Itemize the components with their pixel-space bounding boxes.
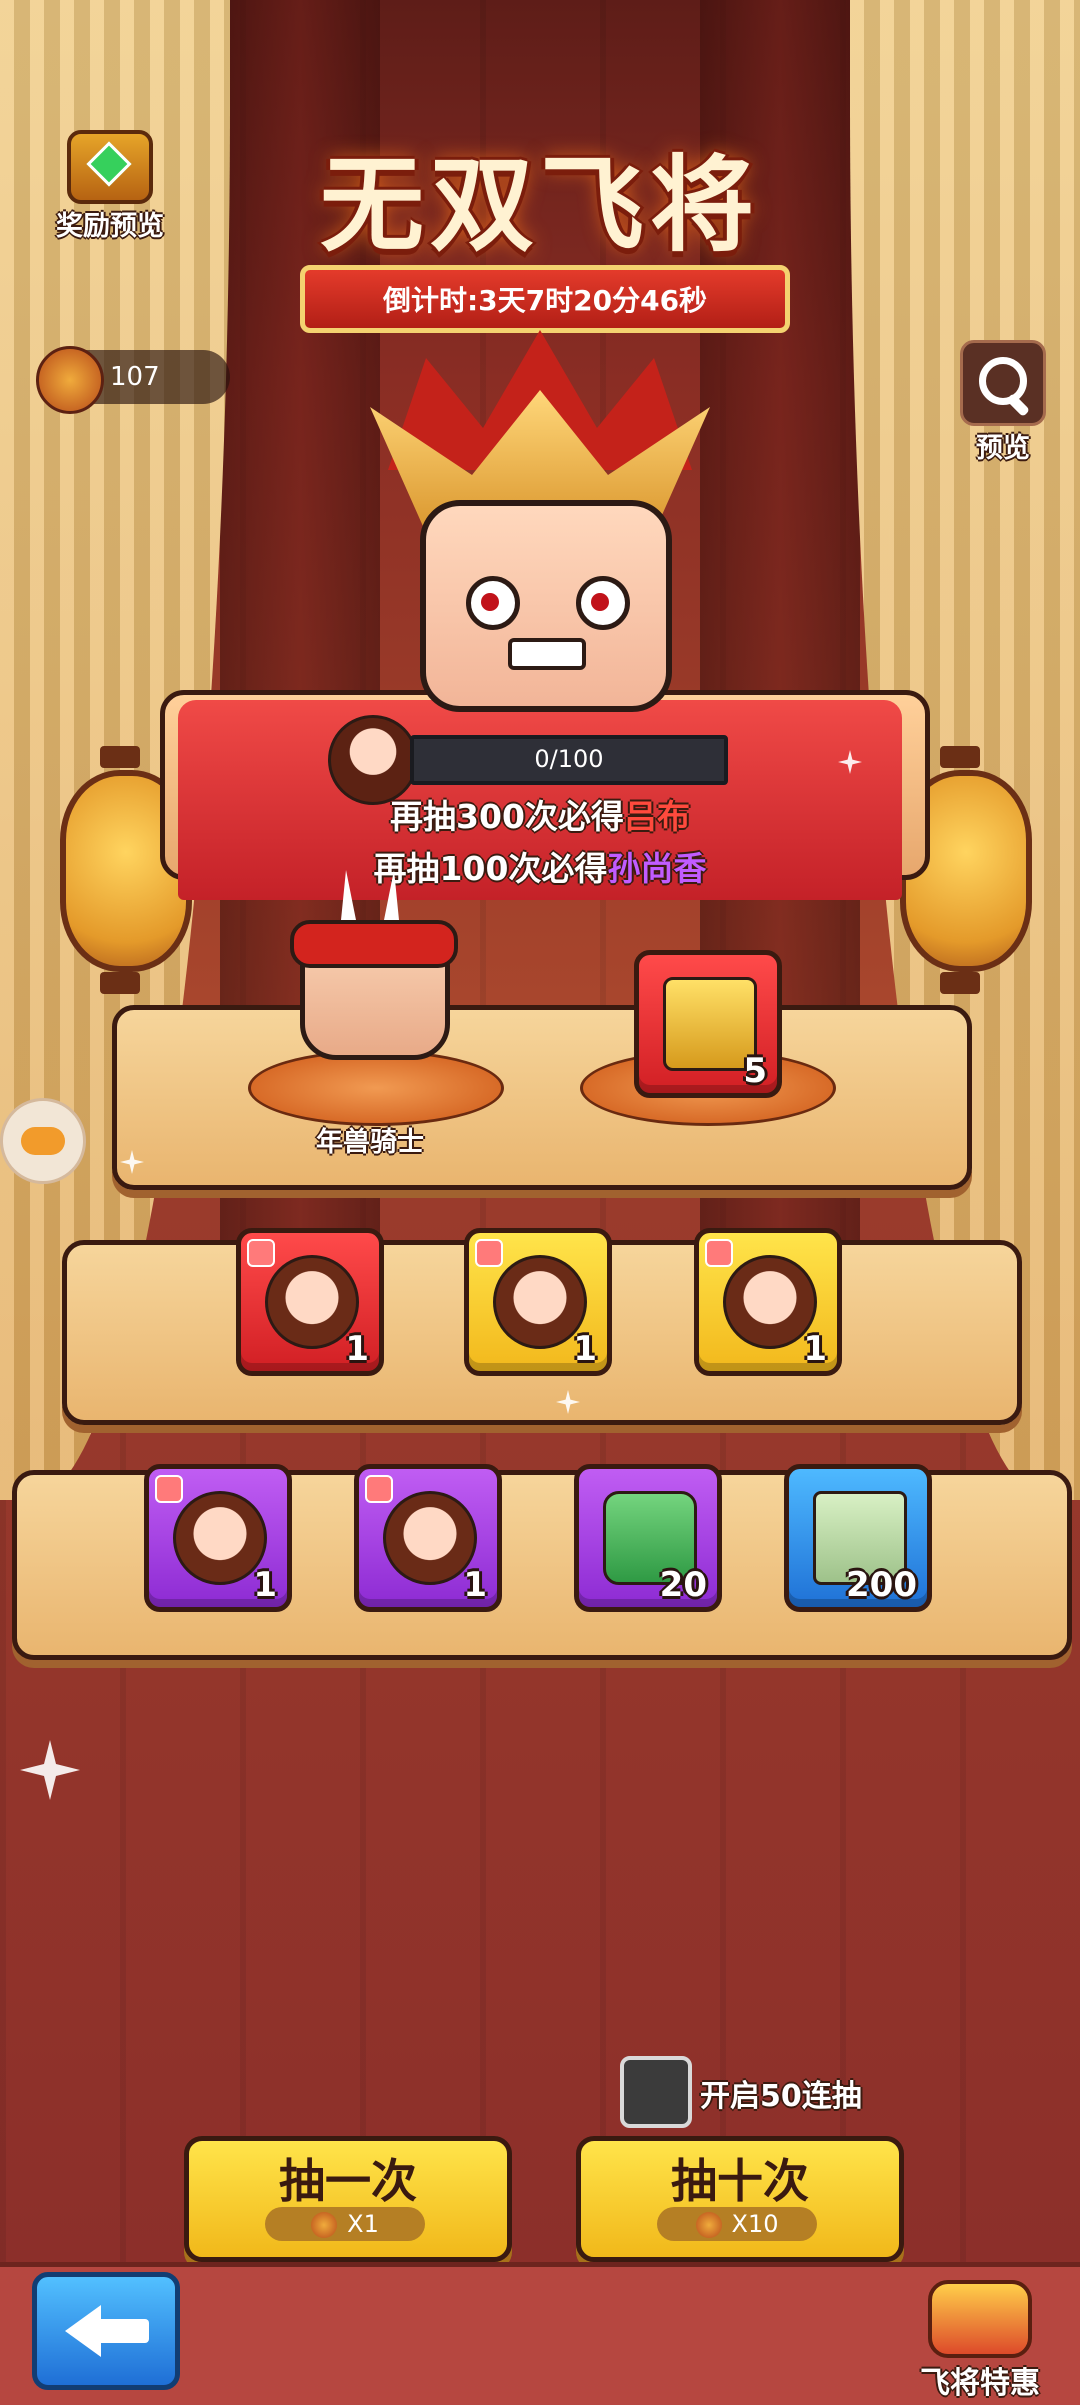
reward-count: 1 bbox=[463, 1565, 487, 1605]
pity-line-1: 再抽300次必得吕布 bbox=[390, 797, 690, 836]
reward-preview-button[interactable]: 奖励预览 bbox=[40, 130, 180, 243]
countdown-banner: 倒计时:3天7时20分46秒 bbox=[300, 265, 790, 333]
draw-once-button[interactable]: 抽一次 X1 bbox=[184, 2136, 512, 2262]
reward-count: 1 bbox=[253, 1565, 277, 1605]
fifty-draw-label: 开启50连抽 bbox=[700, 2079, 862, 2114]
reward-tile-scroll[interactable]: 200 bbox=[784, 1464, 932, 1612]
preview-label: 预览 bbox=[976, 433, 1030, 464]
reward-tile-hero-shard[interactable]: 1 bbox=[236, 1228, 384, 1376]
shard-piece-icon bbox=[365, 1475, 393, 1503]
event-title: 无双飞将 bbox=[319, 144, 760, 266]
reward-tile-jade-seal[interactable]: 20 bbox=[574, 1464, 722, 1612]
summon-token-icon bbox=[311, 2212, 338, 2238]
gamepad-icon bbox=[21, 1127, 65, 1155]
reward-tile-gold-statue[interactable]: 5 bbox=[634, 950, 782, 1098]
shelf-top bbox=[112, 1005, 972, 1190]
pity-progress-bar: 0/100 bbox=[410, 735, 728, 785]
shard-piece-icon bbox=[705, 1239, 733, 1267]
featured-hero bbox=[330, 330, 750, 750]
draw-ten-button[interactable]: 抽十次 X10 bbox=[576, 2136, 904, 2262]
special-offer-label: 飞将特惠 bbox=[920, 2366, 1040, 2401]
draw-ten-cost: X10 bbox=[657, 2207, 817, 2241]
nian-beast-knight[interactable] bbox=[290, 870, 458, 1070]
reward-count: 1 bbox=[573, 1329, 597, 1369]
fifty-draw-checkbox[interactable] bbox=[620, 2056, 692, 2128]
pity-hero-name-1: 吕布 bbox=[623, 797, 690, 836]
reward-tile-hero-shard[interactable]: 1 bbox=[354, 1464, 502, 1612]
draw-ten-label: 抽十次 bbox=[671, 2154, 809, 2208]
reward-count: 1 bbox=[345, 1329, 369, 1369]
currency-counter: 107 bbox=[36, 346, 230, 414]
reward-count: 20 bbox=[659, 1565, 707, 1605]
pity-hero-name-2: 孙尚香 bbox=[607, 849, 707, 888]
draw-once-cost: X1 bbox=[265, 2207, 425, 2241]
shard-piece-icon bbox=[247, 1239, 275, 1267]
draw-once-label: 抽一次 bbox=[279, 2154, 417, 2208]
back-button[interactable] bbox=[32, 2272, 180, 2390]
reward-preview-label: 奖励预览 bbox=[56, 211, 164, 242]
chest-icon bbox=[67, 130, 153, 204]
special-offer-button[interactable]: 飞将特惠 bbox=[900, 2280, 1060, 2402]
treasure-pile-icon bbox=[928, 2280, 1032, 2358]
search-icon bbox=[960, 340, 1046, 426]
summon-token-icon bbox=[36, 346, 104, 414]
shard-piece-icon bbox=[475, 1239, 503, 1267]
gamepad-floating-button[interactable] bbox=[0, 1098, 86, 1184]
reward-tile-hero-shard[interactable]: 1 bbox=[464, 1228, 612, 1376]
knight-label: 年兽骑士 bbox=[316, 1127, 424, 1158]
countdown-text: 倒计时:3天7时20分46秒 bbox=[382, 284, 708, 317]
reward-count: 5 bbox=[743, 1051, 767, 1091]
preview-button[interactable]: 预览 bbox=[960, 340, 1046, 465]
reward-tile-hero-shard[interactable]: 1 bbox=[694, 1228, 842, 1376]
reward-tile-hero-shard[interactable]: 1 bbox=[144, 1464, 292, 1612]
summon-token-icon bbox=[695, 2212, 722, 2238]
reward-count: 1 bbox=[803, 1329, 827, 1369]
reward-count: 200 bbox=[846, 1565, 917, 1605]
progress-text: 0/100 bbox=[534, 745, 604, 773]
shard-piece-icon bbox=[155, 1475, 183, 1503]
currency-value: 107 bbox=[110, 362, 160, 392]
